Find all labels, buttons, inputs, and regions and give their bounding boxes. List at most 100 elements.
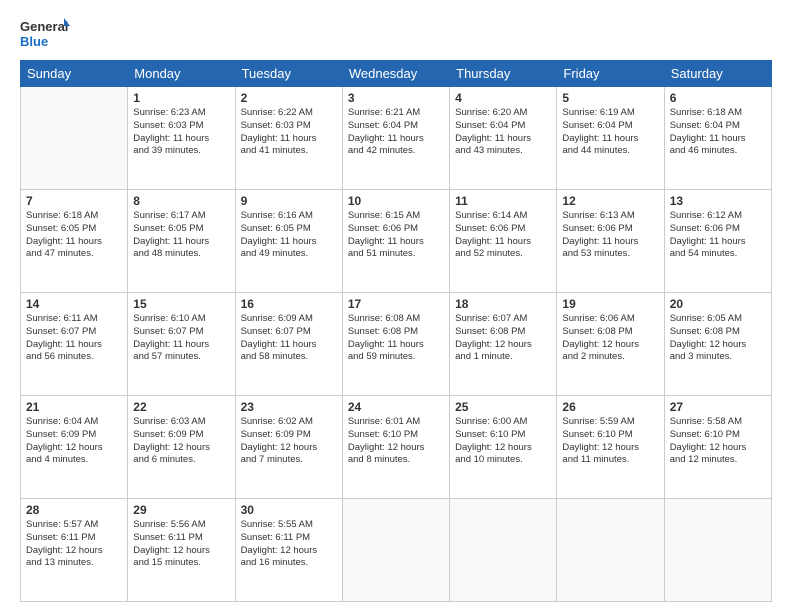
day-info: Sunrise: 6:14 AM Sunset: 6:06 PM Dayligh… [455, 210, 551, 261]
day-info: Sunrise: 6:00 AM Sunset: 6:10 PM Dayligh… [455, 416, 551, 467]
day-info: Sunrise: 6:01 AM Sunset: 6:10 PM Dayligh… [348, 416, 444, 467]
day-number: 30 [241, 503, 337, 517]
day-number: 22 [133, 400, 229, 414]
day-info: Sunrise: 6:22 AM Sunset: 6:03 PM Dayligh… [241, 107, 337, 158]
day-number: 23 [241, 400, 337, 414]
cell-w0-d4: 4 Sunrise: 6:20 AM Sunset: 6:04 PM Daylig… [450, 87, 557, 190]
day-number: 18 [455, 297, 551, 311]
day-number: 4 [455, 91, 551, 105]
day-number: 7 [26, 194, 122, 208]
day-number: 28 [26, 503, 122, 517]
header-sunday: Sunday [21, 61, 128, 87]
cell-w0-d5: 5Sunrise: 6:19 AM Sunset: 6:04 PM Daylig… [557, 87, 664, 190]
cell-w1-d4: 11 Sunrise: 6:14 AM Sunset: 6:06 PM Dayli… [450, 190, 557, 293]
day-number: 25 [455, 400, 551, 414]
day-info: Sunrise: 6:17 AM Sunset: 6:05 PM Dayligh… [133, 210, 229, 261]
day-info: Sunrise: 6:15 AM Sunset: 6:06 PM Dayligh… [348, 210, 444, 261]
header: General Blue [20, 16, 772, 52]
calendar-body: 1 Sunrise: 6:23 AM Sunset: 6:03 PM Daylig… [21, 87, 772, 602]
cell-w2-d3: 17 Sunrise: 6:08 AM Sunset: 6:08 PM Dayli… [342, 293, 449, 396]
cell-w1-d0: 7 Sunrise: 6:18 AM Sunset: 6:05 PM Daylig… [21, 190, 128, 293]
svg-text:Blue: Blue [20, 34, 48, 49]
day-info: Sunrise: 6:10 AM Sunset: 6:07 PM Dayligh… [133, 313, 229, 364]
day-info: Sunrise: 6:18 AM Sunset: 6:05 PM Dayligh… [26, 210, 122, 261]
day-info: Sunrise: 6:21 AM Sunset: 6:04 PM Dayligh… [348, 107, 444, 158]
header-tuesday: Tuesday [235, 61, 342, 87]
cell-w2-d1: 15 Sunrise: 6:10 AM Sunset: 6:07 PM Dayli… [128, 293, 235, 396]
day-info: Sunrise: 6:03 AM Sunset: 6:09 PM Dayligh… [133, 416, 229, 467]
day-number: 20 [670, 297, 766, 311]
day-number: 10 [348, 194, 444, 208]
cell-w2-d0: 14Sunrise: 6:11 AM Sunset: 6:07 PM Dayli… [21, 293, 128, 396]
day-info: Sunrise: 6:09 AM Sunset: 6:07 PM Dayligh… [241, 313, 337, 364]
day-info: Sunrise: 6:16 AM Sunset: 6:05 PM Dayligh… [241, 210, 337, 261]
header-wednesday: Wednesday [342, 61, 449, 87]
day-number: 13 [670, 194, 766, 208]
cell-w1-d6: 13 Sunrise: 6:12 AM Sunset: 6:06 PM Dayli… [664, 190, 771, 293]
day-number: 26 [562, 400, 658, 414]
day-number: 11 [455, 194, 551, 208]
cell-w4-d0: 28 Sunrise: 5:57 AM Sunset: 6:11 PM Dayli… [21, 499, 128, 602]
day-info: Sunrise: 6:12 AM Sunset: 6:06 PM Dayligh… [670, 210, 766, 261]
day-info: Sunrise: 6:02 AM Sunset: 6:09 PM Dayligh… [241, 416, 337, 467]
day-info: Sunrise: 5:56 AM Sunset: 6:11 PM Dayligh… [133, 519, 229, 570]
week-row-4: 28 Sunrise: 5:57 AM Sunset: 6:11 PM Dayli… [21, 499, 772, 602]
cell-w0-d2: 2Sunrise: 6:22 AM Sunset: 6:03 PM Daylig… [235, 87, 342, 190]
cell-w0-d0 [21, 87, 128, 190]
header-monday: Monday [128, 61, 235, 87]
cell-w1-d2: 9Sunrise: 6:16 AM Sunset: 6:05 PM Daylig… [235, 190, 342, 293]
cell-w3-d0: 21 Sunrise: 6:04 AM Sunset: 6:09 PM Dayli… [21, 396, 128, 499]
day-info: Sunrise: 6:18 AM Sunset: 6:04 PM Dayligh… [670, 107, 766, 158]
cell-w0-d1: 1 Sunrise: 6:23 AM Sunset: 6:03 PM Daylig… [128, 87, 235, 190]
logo: General Blue [20, 16, 70, 52]
day-number: 17 [348, 297, 444, 311]
day-number: 6 [670, 91, 766, 105]
cell-w4-d2: 30Sunrise: 5:55 AM Sunset: 6:11 PM Dayli… [235, 499, 342, 602]
cell-w2-d4: 18 Sunrise: 6:07 AM Sunset: 6:08 PM Dayli… [450, 293, 557, 396]
calendar-table: SundayMondayTuesdayWednesdayThursdayFrid… [20, 60, 772, 602]
day-info: Sunrise: 5:58 AM Sunset: 6:10 PM Dayligh… [670, 416, 766, 467]
day-number: 12 [562, 194, 658, 208]
logo-svg: General Blue [20, 16, 70, 52]
cell-w4-d3 [342, 499, 449, 602]
day-number: 1 [133, 91, 229, 105]
cell-w2-d6: 20Sunrise: 6:05 AM Sunset: 6:08 PM Dayli… [664, 293, 771, 396]
day-number: 15 [133, 297, 229, 311]
week-row-0: 1 Sunrise: 6:23 AM Sunset: 6:03 PM Daylig… [21, 87, 772, 190]
cell-w0-d3: 3 Sunrise: 6:21 AM Sunset: 6:04 PM Daylig… [342, 87, 449, 190]
day-number: 5 [562, 91, 658, 105]
cell-w4-d6 [664, 499, 771, 602]
day-info: Sunrise: 6:04 AM Sunset: 6:09 PM Dayligh… [26, 416, 122, 467]
day-info: Sunrise: 6:20 AM Sunset: 6:04 PM Dayligh… [455, 107, 551, 158]
cell-w2-d2: 16 Sunrise: 6:09 AM Sunset: 6:07 PM Dayli… [235, 293, 342, 396]
cell-w2-d5: 19 Sunrise: 6:06 AM Sunset: 6:08 PM Dayli… [557, 293, 664, 396]
cell-w3-d1: 22 Sunrise: 6:03 AM Sunset: 6:09 PM Dayli… [128, 396, 235, 499]
cell-w3-d3: 24 Sunrise: 6:01 AM Sunset: 6:10 PM Dayli… [342, 396, 449, 499]
cell-w0-d6: 6 Sunrise: 6:18 AM Sunset: 6:04 PM Daylig… [664, 87, 771, 190]
day-info: Sunrise: 6:11 AM Sunset: 6:07 PM Dayligh… [26, 313, 122, 364]
week-row-2: 14Sunrise: 6:11 AM Sunset: 6:07 PM Dayli… [21, 293, 772, 396]
day-info: Sunrise: 6:07 AM Sunset: 6:08 PM Dayligh… [455, 313, 551, 364]
header-thursday: Thursday [450, 61, 557, 87]
cell-w1-d1: 8 Sunrise: 6:17 AM Sunset: 6:05 PM Daylig… [128, 190, 235, 293]
header-friday: Friday [557, 61, 664, 87]
day-number: 8 [133, 194, 229, 208]
day-number: 19 [562, 297, 658, 311]
cell-w4-d1: 29Sunrise: 5:56 AM Sunset: 6:11 PM Dayli… [128, 499, 235, 602]
cell-w3-d2: 23 Sunrise: 6:02 AM Sunset: 6:09 PM Dayli… [235, 396, 342, 499]
header-saturday: Saturday [664, 61, 771, 87]
cell-w3-d6: 27Sunrise: 5:58 AM Sunset: 6:10 PM Dayli… [664, 396, 771, 499]
day-number: 3 [348, 91, 444, 105]
day-info: Sunrise: 6:08 AM Sunset: 6:08 PM Dayligh… [348, 313, 444, 364]
day-number: 24 [348, 400, 444, 414]
cell-w3-d4: 25 Sunrise: 6:00 AM Sunset: 6:10 PM Dayli… [450, 396, 557, 499]
day-number: 16 [241, 297, 337, 311]
week-row-3: 21 Sunrise: 6:04 AM Sunset: 6:09 PM Dayli… [21, 396, 772, 499]
day-info: Sunrise: 5:57 AM Sunset: 6:11 PM Dayligh… [26, 519, 122, 570]
day-info: Sunrise: 6:23 AM Sunset: 6:03 PM Dayligh… [133, 107, 229, 158]
day-info: Sunrise: 6:06 AM Sunset: 6:08 PM Dayligh… [562, 313, 658, 364]
day-number: 21 [26, 400, 122, 414]
svg-text:General: General [20, 19, 68, 34]
calendar-header-row: SundayMondayTuesdayWednesdayThursdayFrid… [21, 61, 772, 87]
day-info: Sunrise: 5:59 AM Sunset: 6:10 PM Dayligh… [562, 416, 658, 467]
